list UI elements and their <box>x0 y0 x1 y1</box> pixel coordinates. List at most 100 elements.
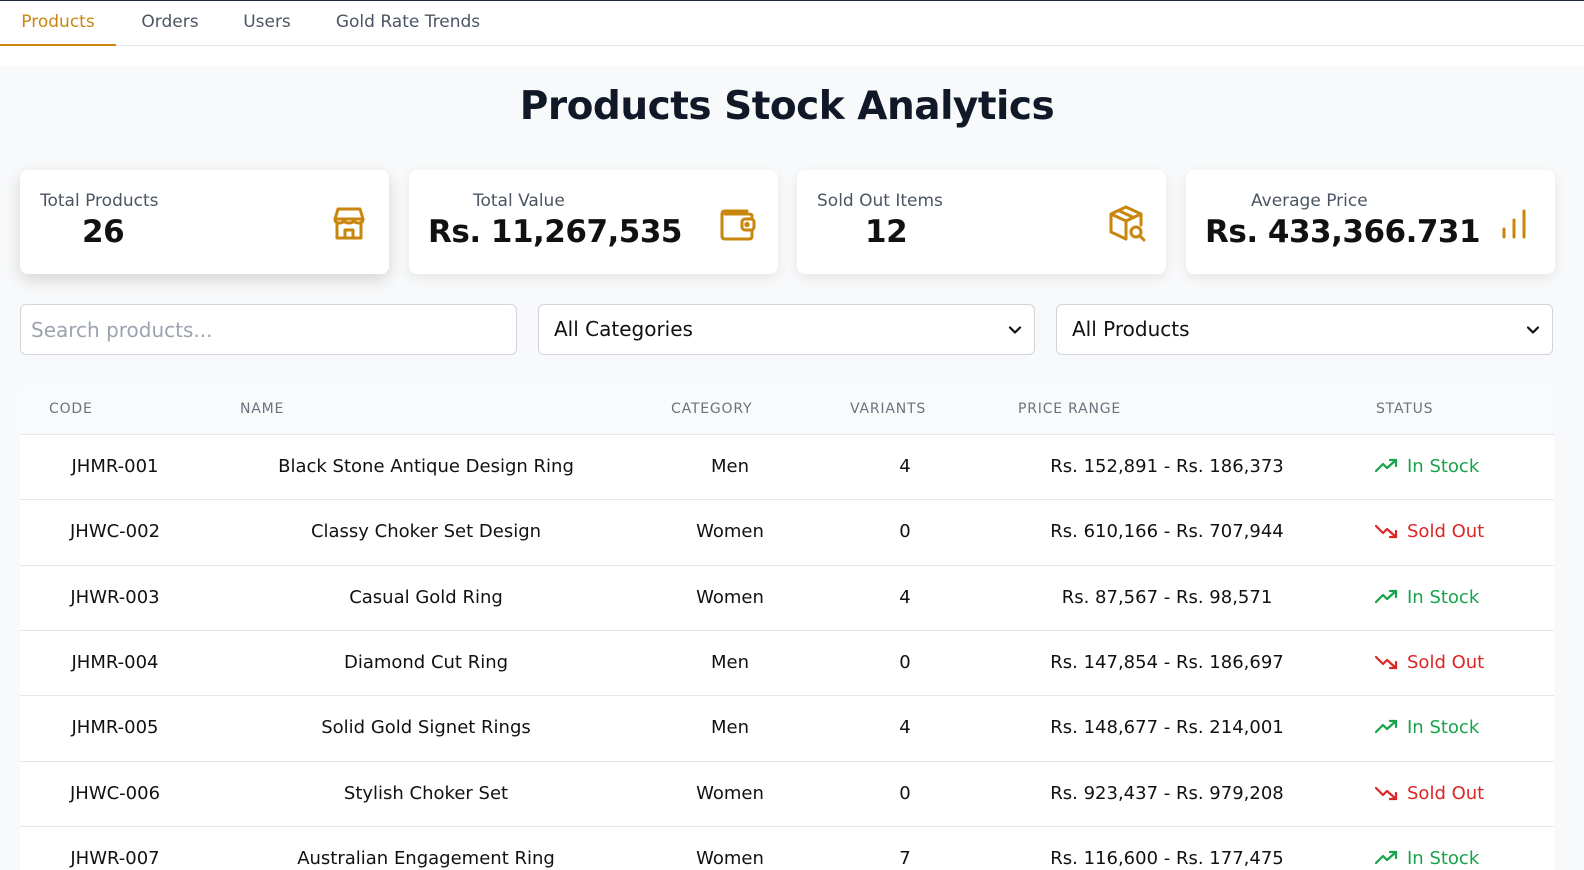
trending-up-icon <box>1375 589 1398 603</box>
cell-category: Women <box>696 782 764 804</box>
stat-card-sold-out-items: Sold Out Items 12 <box>797 170 1166 274</box>
cell-code: JHWC-002 <box>69 521 161 543</box>
status-label: In Stock <box>1407 717 1480 739</box>
cell-price-range: Rs. 152,891 - Rs. 186,373 <box>1050 456 1284 477</box>
chevron-down-icon <box>1526 326 1540 334</box>
cell-variants: 0 <box>899 651 911 673</box>
trending-up-icon <box>1375 458 1398 473</box>
stat-label: Total Value <box>473 191 565 211</box>
header-category[interactable]: CATEGORY <box>671 401 752 417</box>
trending-down-icon <box>1375 525 1398 539</box>
cell-code: JHWR-007 <box>70 847 160 869</box>
cell-price-range: Rs. 610,166 - Rs. 707,944 <box>1050 521 1284 543</box>
wallet-icon <box>720 209 756 241</box>
cell-category: Men <box>710 651 749 673</box>
cell-category: Men <box>710 456 749 477</box>
cell-code: JHMR-004 <box>71 651 159 673</box>
table-row[interactable]: JHWC-002 Classy Choker Set Design Women 0 Rs… <box>20 499 1554 564</box>
tab-gold-rate-trends[interactable]: Gold Rate Trends <box>322 1 494 46</box>
package-search-icon <box>1109 205 1146 242</box>
cell-name: Black Stone Antique Design Ring <box>278 456 574 477</box>
header-status[interactable]: STATUS <box>1376 401 1433 417</box>
table-header: CODE NAME CATEGORY VARIANTS PRICE RANGE … <box>20 385 1554 434</box>
stat-value: 26 <box>82 214 125 250</box>
cell-name: Casual Gold Ring <box>349 586 503 608</box>
stat-card-total-products: Total Products 26 <box>20 170 389 274</box>
category-select[interactable]: All Categories <box>538 304 1035 355</box>
cell-variants: 7 <box>899 847 911 869</box>
cell-price-range: Rs. 147,854 - Rs. 186,697 <box>1050 651 1284 673</box>
stat-value: 12 <box>865 214 908 250</box>
status-label: In Stock <box>1407 586 1480 608</box>
cell-name: Stylish Choker Set <box>343 782 509 804</box>
cell-category: Men <box>710 717 749 739</box>
cell-name: Australian Engagement Ring <box>297 847 555 869</box>
status-label: In Stock <box>1407 456 1480 477</box>
cell-price-range: Rs. 148,677 - Rs. 214,001 <box>1050 717 1284 739</box>
header-code[interactable]: CODE <box>49 401 93 417</box>
stat-label: Total Products <box>40 191 159 211</box>
status-badge: In Stock <box>1375 456 1525 477</box>
status-badge: In Stock <box>1375 848 1525 869</box>
header-name[interactable]: NAME <box>240 401 284 417</box>
status-badge: Sold Out <box>1375 521 1525 542</box>
cell-price-range: Rs. 116,600 - Rs. 177,475 <box>1050 847 1284 869</box>
table-row[interactable]: JHMR-004 Diamond Cut Ring Men 0 Rs. 147,854 … <box>20 629 1554 695</box>
store-icon <box>333 207 365 240</box>
cell-variants: 0 <box>899 521 911 543</box>
status-label: In Stock <box>1407 847 1480 869</box>
cell-price-range: Rs. 923,437 - Rs. 979,208 <box>1050 782 1284 804</box>
cell-name: Solid Gold Signet Rings <box>321 717 531 739</box>
page-title: Products Stock Analytics <box>519 84 1055 129</box>
cell-code: JHWR-003 <box>70 586 160 608</box>
header-variants[interactable]: VARIANTS <box>850 401 926 417</box>
bar-chart-icon <box>1502 209 1526 239</box>
header-price-range[interactable]: PRICE RANGE <box>1018 401 1121 417</box>
status-label: Sold Out <box>1407 782 1485 804</box>
status-badge: In Stock <box>1375 587 1525 608</box>
product-select[interactable]: All Products <box>1056 304 1553 355</box>
products-table: CODE NAME CATEGORY VARIANTS PRICE RANGE … <box>20 385 1554 870</box>
stat-label: Sold Out Items <box>817 191 943 211</box>
cell-code: JHMR-005 <box>71 717 159 739</box>
tab-users[interactable]: Users <box>232 1 302 46</box>
table-row[interactable]: JHMR-005 Solid Gold Signet Rings Men 4 Rs. 1… <box>20 695 1554 760</box>
category-select-value: All Categories <box>554 317 693 341</box>
tab-products[interactable]: Products <box>0 1 116 46</box>
search-input[interactable] <box>20 304 517 355</box>
stat-card-total-value: Total Value Rs. 11,267,535 <box>409 170 778 274</box>
cell-name: Classy Choker Set Design <box>310 521 542 543</box>
cell-code: JHWC-006 <box>69 782 161 804</box>
table-row[interactable]: JHWR-003 Casual Gold Ring Women 4 Rs. 87,567… <box>20 564 1554 630</box>
status-badge: Sold Out <box>1375 783 1525 804</box>
product-select-value: All Products <box>1072 317 1190 341</box>
stat-label: Average Price <box>1251 191 1368 211</box>
table-row[interactable]: JHMR-001 Black Stone Antique Design Ring M… <box>20 434 1554 499</box>
table-row[interactable]: JHWR-007 Australian Engagement Ring Women 7… <box>20 825 1554 870</box>
stat-value: Rs. 433,366.731 <box>1205 214 1481 250</box>
stat-value: Rs. 11,267,535 <box>428 214 683 250</box>
trending-down-icon <box>1375 655 1398 669</box>
status-label: Sold Out <box>1407 651 1485 673</box>
status-badge: Sold Out <box>1375 652 1525 673</box>
tab-orders[interactable]: Orders <box>130 1 210 46</box>
cell-name: Diamond Cut Ring <box>343 651 509 673</box>
trending-down-icon <box>1375 786 1398 800</box>
cell-category: Women <box>696 847 764 869</box>
status-label: Sold Out <box>1407 521 1485 543</box>
chevron-down-icon <box>1008 326 1022 334</box>
header-spacer <box>0 46 1584 66</box>
cell-variants: 4 <box>899 456 911 477</box>
cell-category: Women <box>696 521 764 543</box>
trending-up-icon <box>1375 720 1398 734</box>
cell-variants: 4 <box>899 586 911 608</box>
cell-price-range: Rs. 87,567 - Rs. 98,571 <box>1061 586 1273 608</box>
cell-variants: 4 <box>899 717 911 739</box>
cell-code: JHMR-001 <box>71 456 159 477</box>
table-row[interactable]: JHWC-006 Stylish Choker Set Women 0 Rs. 923,… <box>20 760 1554 826</box>
cell-variants: 0 <box>899 782 911 804</box>
stat-card-average-price: Average Price Rs. 433,366.731 <box>1186 170 1555 274</box>
status-badge: In Stock <box>1375 717 1525 738</box>
trending-up-icon <box>1375 850 1398 864</box>
tab-bar: Products Orders Users Gold Rate Trends <box>0 1 1584 46</box>
